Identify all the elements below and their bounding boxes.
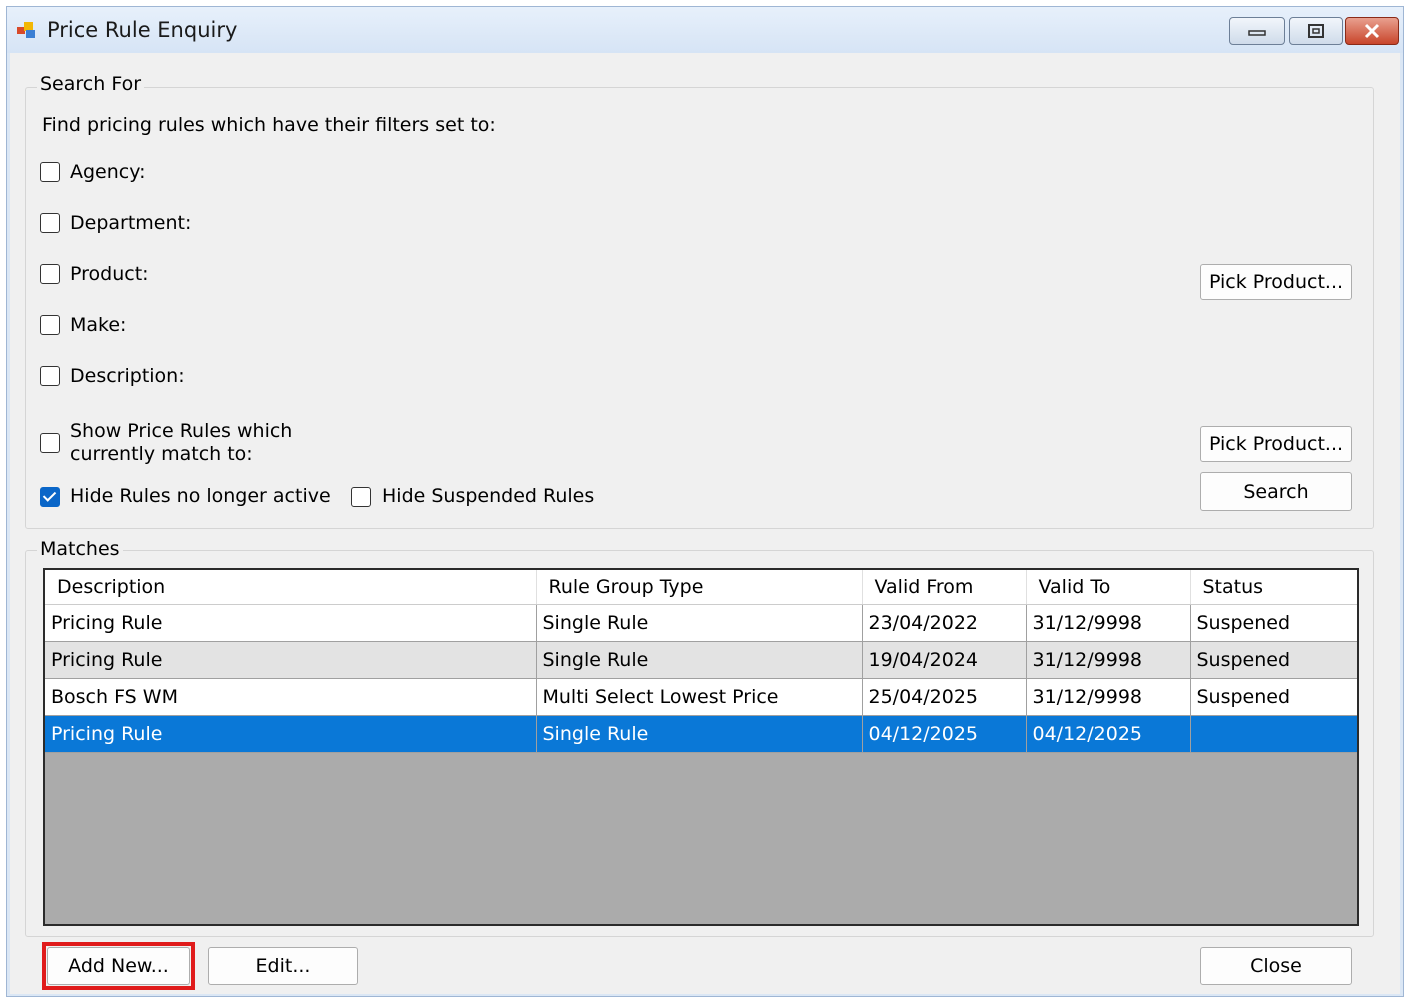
hide-suspended-checkbox[interactable] [351, 487, 371, 507]
cell-description[interactable]: Pricing Rule [45, 715, 537, 753]
column-header-description[interactable]: Description [45, 570, 537, 605]
description-label: Description: [70, 365, 185, 387]
cell-valid-from[interactable]: 19/04/2024 [862, 641, 1027, 679]
agency-label: Agency: [70, 161, 146, 183]
maximize-icon [1308, 24, 1324, 38]
price-rule-enquiry-window: Price Rule Enquiry Search For Find prici… [6, 6, 1404, 997]
hide-inactive-checkbox[interactable] [40, 487, 60, 507]
minimize-icon [1248, 30, 1266, 36]
cell-status[interactable]: Suspened [1190, 641, 1357, 679]
cell-valid-from[interactable]: 23/04/2022 [862, 604, 1027, 642]
cell-valid-to[interactable]: 31/12/9998 [1026, 641, 1191, 679]
show-match-checkbox[interactable] [40, 433, 60, 453]
cell-rule-group-type[interactable]: Single Rule [536, 641, 863, 679]
cell-status[interactable]: Suspened [1190, 678, 1357, 716]
cell-description[interactable]: Bosch FS WM [45, 678, 537, 716]
cell-rule-group-type[interactable]: Single Rule [536, 715, 863, 753]
cell-rule-group-type[interactable]: Multi Select Lowest Price [536, 678, 863, 716]
department-checkbox[interactable] [40, 213, 60, 233]
search-for-label: Search For [37, 73, 145, 95]
cell-valid-to[interactable]: 04/12/2025 [1026, 715, 1191, 753]
cell-valid-to[interactable]: 31/12/9998 [1026, 678, 1191, 716]
make-label: Make: [70, 314, 127, 336]
close-icon [1364, 23, 1380, 39]
search-button[interactable]: Search [1200, 472, 1352, 511]
minimize-button[interactable] [1229, 17, 1285, 45]
grid-header-row: Description Rule Group Type Valid From V… [45, 570, 1357, 605]
cell-rule-group-type[interactable]: Single Rule [536, 604, 863, 642]
show-match-label-line2: currently match to: [70, 443, 253, 465]
window-title: Price Rule Enquiry [47, 18, 238, 42]
column-header-valid-from[interactable]: Valid From [862, 570, 1027, 605]
product-checkbox[interactable] [40, 264, 60, 284]
department-label: Department: [70, 212, 192, 234]
table-row[interactable]: Bosch FS WM Multi Select Lowest Price 25… [45, 678, 1357, 716]
show-match-label-line1: Show Price Rules which [70, 420, 293, 442]
agency-checkbox[interactable] [40, 162, 60, 182]
pick-product-button[interactable]: Pick Product... [1200, 264, 1352, 300]
maximize-button[interactable] [1289, 17, 1343, 45]
search-instruction: Find pricing rules which have their filt… [42, 114, 496, 136]
close-button[interactable]: Close [1200, 947, 1352, 985]
cell-description[interactable]: Pricing Rule [45, 641, 537, 679]
matches-grid[interactable]: Description Rule Group Type Valid From V… [43, 568, 1359, 926]
title-bar[interactable]: Price Rule Enquiry [7, 7, 1403, 53]
hide-suspended-label: Hide Suspended Rules [382, 485, 595, 507]
table-row[interactable]: Pricing Rule Single Rule 23/04/2022 31/1… [45, 604, 1357, 642]
make-checkbox[interactable] [40, 315, 60, 335]
product-label: Product: [70, 263, 149, 285]
table-row[interactable]: Pricing Rule Single Rule 19/04/2024 31/1… [45, 641, 1357, 679]
column-header-valid-to[interactable]: Valid To [1026, 570, 1191, 605]
cell-valid-from[interactable]: 04/12/2025 [862, 715, 1027, 753]
cell-valid-to[interactable]: 31/12/9998 [1026, 604, 1191, 642]
app-icon [17, 22, 35, 38]
cell-valid-from[interactable]: 25/04/2025 [862, 678, 1027, 716]
matches-label: Matches [37, 538, 123, 560]
table-row-selected[interactable]: Pricing Rule Single Rule 04/12/2025 04/1… [45, 715, 1357, 753]
description-checkbox[interactable] [40, 366, 60, 386]
add-new-highlight [42, 942, 195, 990]
client-area: Search For Find pricing rules which have… [10, 53, 1400, 994]
hide-inactive-label: Hide Rules no longer active [70, 485, 331, 507]
close-window-button[interactable] [1345, 17, 1399, 45]
cell-status[interactable]: Suspened [1190, 604, 1357, 642]
cell-status[interactable] [1190, 715, 1357, 753]
column-header-status[interactable]: Status [1190, 570, 1357, 605]
edit-button[interactable]: Edit... [208, 947, 358, 985]
pick-product-match-button[interactable]: Pick Product... [1200, 426, 1352, 462]
cell-description[interactable]: Pricing Rule [45, 604, 537, 642]
column-header-rule-group-type[interactable]: Rule Group Type [536, 570, 863, 605]
